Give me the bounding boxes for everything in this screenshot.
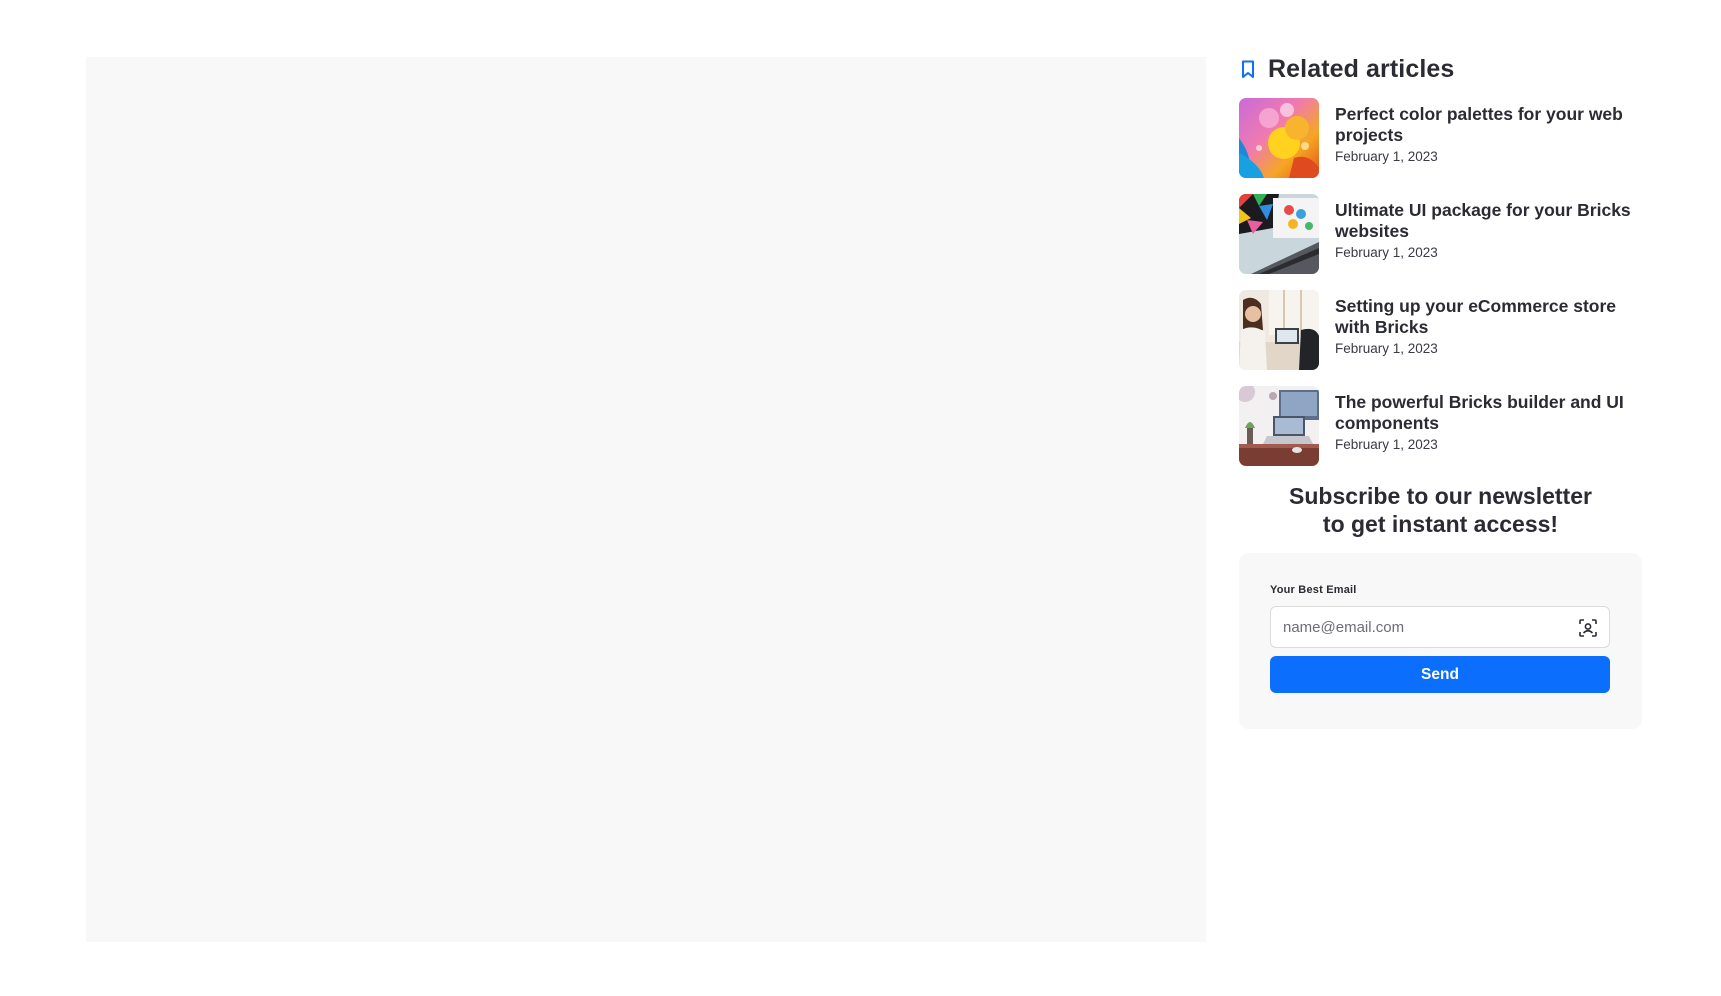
related-articles-title: Related articles: [1268, 54, 1455, 83]
email-label: Your Best Email: [1270, 584, 1357, 596]
related-articles-header: Related articles: [1239, 50, 1642, 88]
send-button[interactable]: Send: [1270, 656, 1610, 693]
email-field-wrapper: [1270, 606, 1610, 648]
newsletter-heading-line: to get instant access!: [1322, 511, 1559, 537]
laptop-colorful-screen-image[interactable]: [1239, 194, 1319, 274]
newsletter-form: Your Best Email Send: [1239, 553, 1642, 729]
article-title-link[interactable]: Ultimate UI package for your Bricks webs…: [1335, 200, 1642, 242]
article-title-link[interactable]: Setting up your eCommerce store with Bri…: [1335, 296, 1642, 338]
desk-workspace-image[interactable]: [1239, 386, 1319, 466]
article-title-link[interactable]: Perfect color palettes for your web proj…: [1335, 104, 1642, 146]
related-article-item[interactable]: Perfect color palettes for your web proj…: [1239, 98, 1642, 178]
related-article-item[interactable]: Ultimate UI package for your Bricks webs…: [1239, 194, 1642, 274]
face-scan-icon[interactable]: [1578, 618, 1598, 638]
article-text: Perfect color palettes for your web proj…: [1335, 98, 1642, 164]
article-date: February 1, 2023: [1335, 149, 1438, 164]
article-date: February 1, 2023: [1335, 245, 1438, 260]
people-at-desk-image[interactable]: [1239, 290, 1319, 370]
related-articles-list: Perfect color palettes for your web proj…: [1239, 98, 1642, 466]
article-date: February 1, 2023: [1335, 437, 1438, 452]
page: Related articles Perfect color palettes …: [0, 0, 1721, 996]
article-text: Setting up your eCommerce store with Bri…: [1335, 290, 1642, 356]
abstract-color-paint-image[interactable]: [1239, 98, 1319, 178]
bookmark-icon: [1239, 58, 1257, 80]
article-date: February 1, 2023: [1335, 341, 1438, 356]
email-input[interactable]: [1271, 607, 1609, 647]
main-content-placeholder: [86, 57, 1206, 942]
article-text: The powerful Bricks builder and UI compo…: [1335, 386, 1642, 452]
article-title-link[interactable]: The powerful Bricks builder and UI compo…: [1335, 392, 1642, 434]
sidebar: Related articles Perfect color palettes …: [1239, 50, 1642, 729]
related-article-item[interactable]: The powerful Bricks builder and UI compo…: [1239, 386, 1642, 466]
related-article-item[interactable]: Setting up your eCommerce store with Bri…: [1239, 290, 1642, 370]
newsletter-heading-line: Subscribe to our newsletter: [1289, 483, 1592, 509]
article-text: Ultimate UI package for your Bricks webs…: [1335, 194, 1642, 260]
newsletter-heading: Subscribe to our newsletter to get insta…: [1239, 482, 1642, 538]
